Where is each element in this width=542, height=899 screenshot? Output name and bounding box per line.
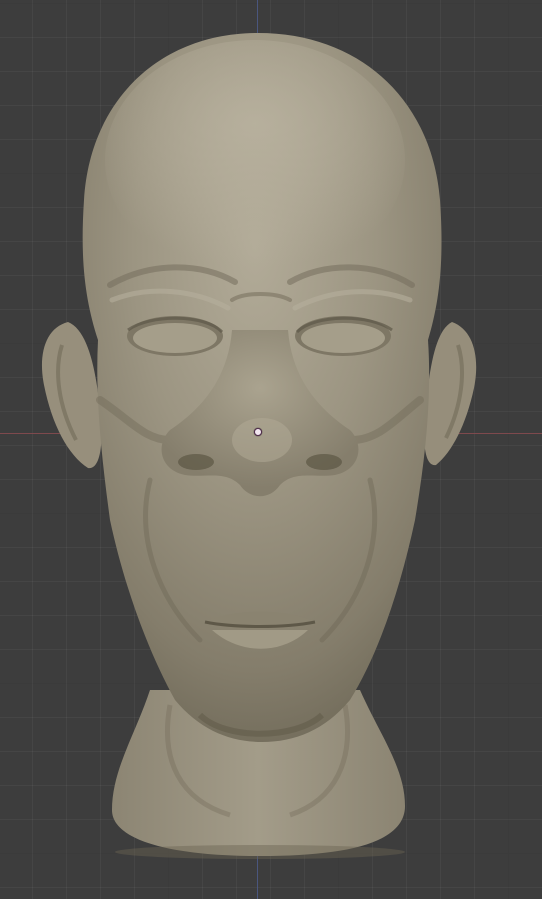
sculpted-head-mesh[interactable] [0,0,542,899]
right-ear [424,322,477,466]
3d-viewport[interactable] [0,0,542,899]
left-ear [41,322,102,469]
left-eye [127,316,224,356]
object-origin-dot[interactable] [254,428,262,436]
